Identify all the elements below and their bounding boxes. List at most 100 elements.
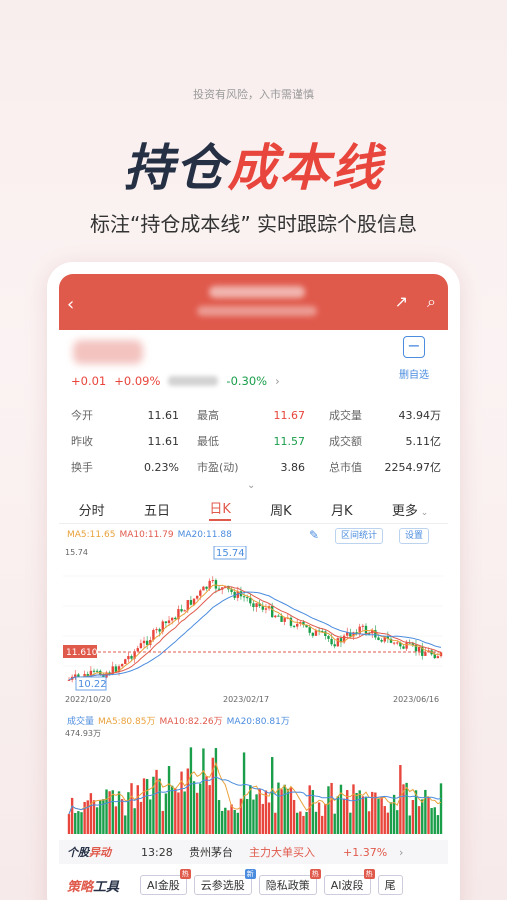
volume-bar [330, 782, 333, 834]
volume-bar [411, 800, 415, 834]
volume-bar [364, 796, 368, 834]
volume-bar [174, 788, 177, 834]
candle [417, 646, 421, 652]
tool-chip[interactable]: 隐私政策热 [258, 869, 321, 895]
candle [402, 646, 405, 649]
candle [361, 625, 365, 627]
chevron-down-icon[interactable]: ⌄ [247, 480, 255, 491]
candle [136, 648, 139, 652]
volume-bar [342, 798, 346, 834]
ticker-brand: 个股异动 [67, 844, 141, 860]
volume-bar [202, 748, 205, 834]
ma5-label: MA5:11.65 [67, 530, 116, 540]
stat-value: 11.61 [147, 434, 180, 448]
volume-bar [305, 811, 308, 834]
volume-bar [220, 810, 224, 834]
volume-chart[interactable]: 474.93万 [63, 726, 443, 836]
tool-chip[interactable]: AI波段热 [323, 869, 375, 895]
volume-bar [405, 782, 408, 834]
top-bar: ‹ ↗ ⌕ [59, 274, 448, 330]
candle [183, 610, 186, 612]
volume-bar [230, 804, 233, 834]
candle [214, 580, 218, 589]
volume-bar [70, 797, 74, 834]
ticker-pct: +1.37% [343, 845, 388, 859]
chevron-right-icon[interactable]: › [399, 846, 403, 859]
settings-button[interactable]: 设置 [399, 528, 430, 544]
stat-label: 总市值 [329, 461, 362, 474]
range-stats-button[interactable]: 区间统计 [335, 528, 384, 544]
candle [277, 615, 280, 617]
candle [127, 656, 130, 660]
tab-weekly-k[interactable]: 周K [270, 500, 292, 519]
stat-label: 最高 [197, 409, 219, 422]
high-label: 15.74 [216, 548, 245, 559]
stat-value: 0.23% [144, 460, 179, 474]
share-icon[interactable]: ↗ [395, 292, 408, 311]
tab-daily-k[interactable]: 日K [209, 498, 231, 521]
volume-bar [242, 752, 246, 834]
volume-bar [233, 809, 236, 834]
remove-watchlist-label[interactable]: 删自选 [399, 366, 429, 381]
tab-five-day[interactable]: 五日 [144, 500, 170, 519]
stat-row: 昨收 11.61 最低 11.57 成交额 5.11亿 [71, 428, 441, 454]
volume-bar [417, 806, 421, 834]
candle [199, 590, 202, 596]
movement-ticker[interactable]: 个股异动 13:28 贵州茅台 主力大单买入 +1.37% › [59, 840, 448, 864]
volume-bar [355, 792, 358, 834]
ticker-event: 主力大单买入 [249, 846, 315, 859]
volume-bar [386, 812, 390, 834]
volume-bar [308, 785, 311, 834]
volume-bar [427, 797, 430, 834]
tool-chip[interactable]: 尾 [377, 875, 403, 895]
candle [170, 617, 174, 621]
candle [158, 629, 161, 632]
volume-bar [261, 803, 265, 834]
stat-row: 今开 11.61 最高 11.67 成交量 43.94万 [71, 402, 441, 428]
tool-chip-label: AI金股 [147, 879, 180, 892]
volume-bar [117, 791, 121, 834]
volume-bar [336, 796, 340, 834]
stat-value: 2254.97亿 [384, 461, 442, 474]
candle [283, 617, 286, 622]
cost-line-label: 11.610 [66, 648, 98, 658]
ticker-brand-b: 异动 [89, 846, 111, 859]
volume-bar [136, 785, 139, 834]
volume-bar [377, 798, 380, 834]
volume-bar [283, 784, 286, 834]
candle [274, 615, 277, 618]
date-label: 2022/10/20 [65, 695, 111, 704]
candle [242, 596, 246, 598]
candle [424, 652, 427, 656]
candle [249, 598, 252, 604]
tab-monthly-k[interactable]: 月K [331, 500, 353, 519]
pen-icon[interactable]: ✎ [309, 528, 319, 542]
search-icon[interactable]: ⌕ [427, 292, 436, 312]
candle [180, 609, 183, 612]
volume-bar [89, 793, 93, 834]
candle [189, 600, 193, 605]
candle [174, 617, 177, 620]
candle [252, 603, 255, 608]
volume-bar [167, 766, 171, 834]
tool-chip-label: AI波段 [330, 879, 364, 892]
volume-bar [424, 789, 427, 834]
tab-more[interactable]: 更多 ⌄ [392, 500, 428, 519]
volume-bar [421, 799, 424, 834]
ticker-stock-name: 贵州茅台 [189, 846, 233, 859]
volume-bar [236, 812, 240, 834]
kline-chart[interactable]: 11.610 15.74 15.74 10.22 2022/10/20 2023… [63, 546, 443, 706]
tool-chip[interactable]: 云参选股新 [193, 869, 256, 895]
strategy-tools: 策略工具 AI金股热 云参选股新 隐私政策热 AI波段热 尾 [59, 868, 448, 900]
volume-bar [314, 811, 318, 834]
tools-title-a: 策略 [67, 879, 94, 895]
tool-chip[interactable]: AI金股热 [140, 869, 191, 895]
volume-bar [170, 785, 174, 834]
candle [392, 642, 396, 644]
volume-bar [396, 810, 399, 834]
remove-watchlist-button[interactable]: − [403, 336, 425, 358]
chevron-right-icon[interactable]: › [275, 374, 280, 388]
tab-intraday[interactable]: 分时 [79, 500, 105, 519]
candle [270, 606, 274, 618]
back-icon[interactable]: ‹ [67, 294, 74, 315]
